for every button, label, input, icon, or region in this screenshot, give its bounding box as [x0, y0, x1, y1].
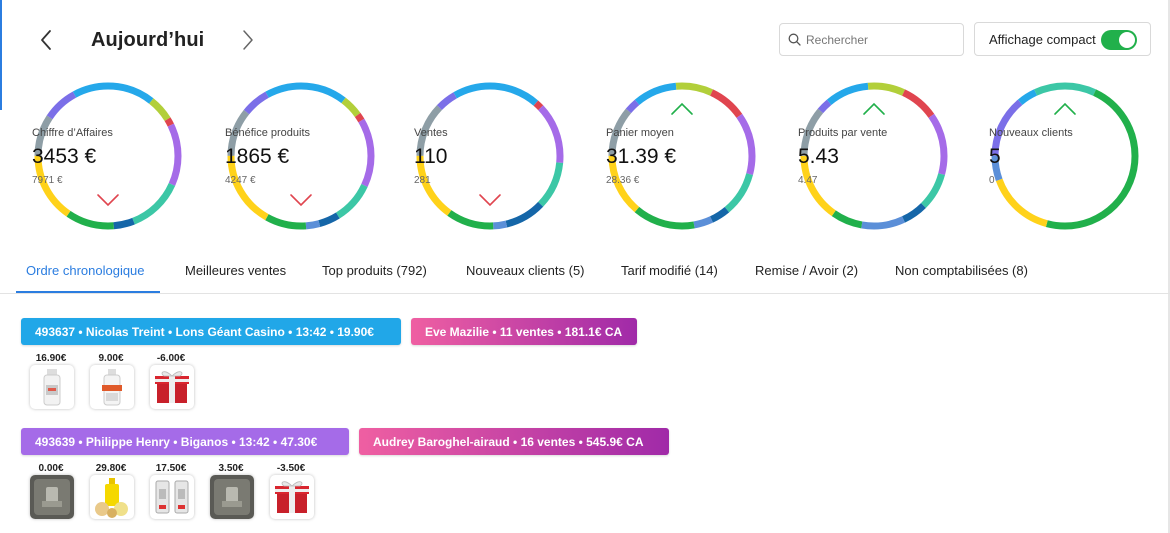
chevron-right-icon: [243, 30, 253, 50]
product-item[interactable]: 9.00€: [89, 353, 134, 409]
eliquid-bottle-icon: [30, 365, 74, 409]
order-summary-493637[interactable]: 493637 • Nicolas Treint • Lons Géant Cas…: [21, 318, 401, 345]
stat-produits-par-vente: Produits par vente 5.43 4.47: [798, 80, 950, 232]
stat-previous-value: 7971 €: [32, 175, 63, 186]
stat-value: 1865 €: [225, 145, 290, 168]
stat-value: 5: [989, 145, 1001, 168]
trend-up-icon: [1054, 102, 1076, 115]
product-price: 29.80€: [95, 463, 127, 474]
product-item[interactable]: 16.90€: [29, 353, 74, 409]
toggle-knob: [1119, 32, 1135, 48]
chevron-left-icon: [41, 30, 51, 50]
gift-icon: [150, 365, 194, 409]
product-price: 9.00€: [98, 353, 124, 364]
seller-badge[interactable]: Audrey Baroghel-airaud • 16 ventes • 545…: [359, 428, 669, 455]
tab-remise-avoir[interactable]: Remise / Avoir (2): [755, 263, 858, 278]
stat-previous-value: 281: [414, 175, 431, 186]
search-box[interactable]: [779, 23, 964, 56]
stat-previous-value: 4.47: [798, 175, 818, 186]
tab-bar: Ordre chronologique Meilleures ventes To…: [0, 250, 1170, 294]
tab-ordre-chronologique[interactable]: Ordre chronologique: [26, 263, 145, 278]
stat-nouveaux-clients: Nouveaux clients 5 0: [989, 80, 1141, 232]
product-item[interactable]: 0.00€: [29, 463, 74, 519]
product-price: 16.90€: [35, 353, 67, 364]
stat-value: 110: [414, 145, 448, 168]
stat-label: Ventes: [414, 127, 448, 139]
search-input[interactable]: [806, 32, 956, 47]
product-price: -3.50€: [276, 463, 306, 474]
product-item[interactable]: -3.50€: [269, 463, 314, 519]
tab-nouveaux-clients[interactable]: Nouveaux clients (5): [466, 263, 585, 278]
booster-bottle-icon: [90, 365, 134, 409]
trend-down-icon: [479, 194, 501, 207]
stat-label: Bénéfice produits: [225, 127, 310, 139]
stat-chiffre-affaires: Chiffre d’Affaires 3453 € 7971 €: [32, 80, 184, 232]
previous-day-button[interactable]: [32, 26, 60, 54]
pod-cartridges-icon: [150, 475, 194, 519]
trend-up-icon: [863, 102, 885, 115]
fruit-eliquid-icon: [90, 475, 134, 519]
tab-top-produits[interactable]: Top produits (792): [322, 263, 427, 278]
trend-down-icon: [290, 194, 312, 207]
stat-benefice-produits: Bénéfice produits 1865 € 4247 €: [225, 80, 377, 232]
product-price: 0.00€: [38, 463, 64, 474]
coil-icon: [30, 475, 74, 519]
active-tab-indicator: [16, 291, 160, 293]
stat-previous-value: 28.36 €: [606, 175, 640, 186]
stat-label: Panier moyen: [606, 127, 674, 139]
stat-previous-value: 4247 €: [225, 175, 256, 186]
stat-value: 3453 €: [32, 145, 97, 168]
product-item[interactable]: 3.50€: [209, 463, 254, 519]
compact-display-control: Affichage compact: [974, 22, 1151, 56]
coil-icon: [210, 475, 254, 519]
stat-value: 31.39 €: [606, 145, 677, 168]
stat-label: Chiffre d’Affaires: [32, 127, 113, 139]
stat-panier-moyen: Panier moyen 31.39 € 28.36 €: [606, 80, 758, 232]
tab-non-comptabilisees[interactable]: Non comptabilisées (8): [895, 263, 1028, 278]
product-item[interactable]: 17.50€: [149, 463, 194, 519]
next-day-button[interactable]: [234, 26, 262, 54]
product-price: 17.50€: [155, 463, 187, 474]
header: Aujourd’hui Affichage compact: [0, 0, 1170, 78]
stat-label: Nouveaux clients: [989, 127, 1073, 139]
compact-display-label: Affichage compact: [989, 31, 1096, 47]
product-price: 3.50€: [218, 463, 244, 474]
trend-down-icon: [97, 194, 119, 207]
tab-meilleures-ventes[interactable]: Meilleures ventes: [185, 263, 286, 278]
product-item[interactable]: -6.00€: [149, 353, 194, 409]
trend-up-icon: [671, 102, 693, 115]
search-icon: [788, 33, 801, 46]
stat-previous-value: 0: [989, 175, 995, 186]
gift-icon: [270, 475, 314, 519]
product-price: -6.00€: [156, 353, 186, 364]
product-item[interactable]: 29.80€: [89, 463, 134, 519]
page-title: Aujourd’hui: [91, 29, 205, 51]
tab-tarif-modifie[interactable]: Tarif modifié (14): [621, 263, 718, 278]
order-summary-493639[interactable]: 493639 • Philippe Henry • Biganos • 13:4…: [21, 428, 349, 455]
stat-label: Produits par vente: [798, 127, 888, 139]
stat-ventes: Ventes 110 281: [414, 80, 566, 232]
stat-value: 5.43: [798, 145, 839, 168]
seller-badge[interactable]: Eve Mazilie • 11 ventes • 181.1€ CA: [411, 318, 637, 345]
compact-display-toggle[interactable]: [1101, 30, 1137, 50]
